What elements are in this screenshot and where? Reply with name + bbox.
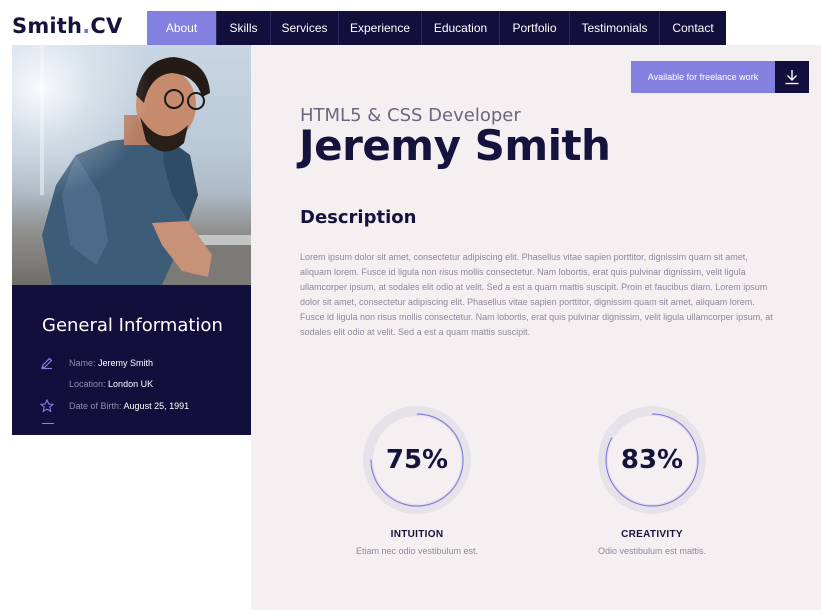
info-location-label: Location: (69, 379, 106, 389)
logo-suffix: CV (90, 14, 123, 38)
nav-item-about[interactable]: About (147, 11, 217, 45)
skill-name: CREATIVITY (621, 529, 683, 540)
main-panel: Available for freelance work HTML5 & CSS… (251, 45, 821, 610)
nav-item-experience[interactable]: Experience (339, 11, 422, 45)
skill-percent: 83% (620, 445, 684, 475)
info-dob-label: Date of Birth: (69, 401, 122, 411)
skill-creativity: 83% CREATIVITY Odio vestibulum est matti… (572, 400, 732, 556)
general-info-title: General Information (42, 315, 223, 336)
photo-sunlight (12, 45, 251, 285)
skill-description: Odio vestibulum est mattis. (597, 546, 707, 556)
info-dob-value: August 25, 1991 (123, 401, 190, 411)
description-title: Description (300, 207, 417, 228)
hero-name: Jeremy Smith (299, 121, 611, 170)
download-button[interactable] (775, 61, 809, 93)
nav-item-services[interactable]: Services (271, 11, 339, 45)
skill-ring: 75% (357, 400, 477, 520)
skill-name: INTUITION (390, 529, 444, 540)
info-location-row: Location: London UK (69, 379, 153, 389)
description-text: Lorem ipsum dolor sit amet, consectetur … (300, 252, 773, 337)
info-name-label: Name: (69, 358, 96, 368)
skill-intuition: 75% INTUITION Etiam nec odio vestibulum … (337, 400, 497, 556)
info-location-value: London UK (108, 379, 154, 389)
freelance-label[interactable]: Available for freelance work (631, 61, 775, 93)
star-icon (40, 399, 54, 413)
page: Smith.CV About Skills Services Experienc… (0, 0, 821, 610)
info-name-row: Name: Jeremy Smith (69, 358, 153, 368)
profile-photo (12, 45, 251, 285)
nav-item-education[interactable]: Education (422, 11, 500, 45)
freelance-button[interactable]: Available for freelance work (631, 61, 809, 93)
skill-ring: 83% (592, 400, 712, 520)
nav-item-testimonials[interactable]: Testimonials (570, 11, 660, 45)
general-info-card: General Information Name: Jeremy Smith L… (12, 285, 251, 435)
nav-item-portfolio[interactable]: Portfolio (500, 11, 570, 45)
download-icon (785, 70, 799, 85)
nav-item-skills[interactable]: Skills (217, 11, 271, 45)
logo-text: Smith (12, 14, 83, 38)
skill-percent: 75% (385, 445, 449, 475)
pencil-icon (41, 357, 53, 370)
site-logo[interactable]: Smith.CV (12, 14, 122, 38)
skill-description: Etiam nec odio vestibulum est. (355, 546, 479, 556)
info-divider (42, 423, 54, 424)
main-nav: About Skills Services Experience Educati… (147, 11, 726, 45)
info-dob-row: Date of Birth: August 25, 1991 (69, 401, 189, 411)
info-name-value: Jeremy Smith (98, 358, 154, 368)
nav-item-contact[interactable]: Contact (660, 11, 726, 45)
